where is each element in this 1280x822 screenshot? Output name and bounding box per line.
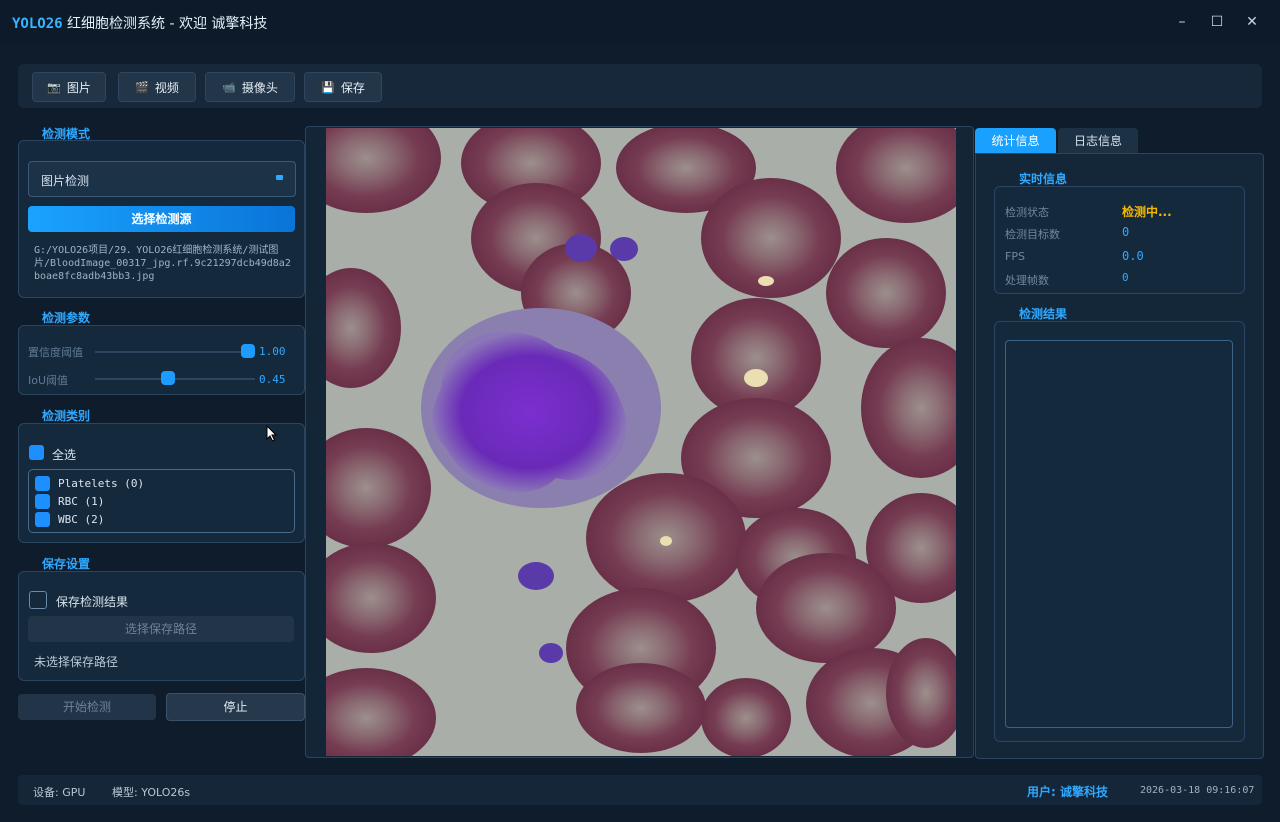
blood-smear-picture <box>326 128 956 756</box>
start-detection-button[interactable]: 开始检测 <box>18 694 156 720</box>
open-image-label: 图片 <box>66 80 91 95</box>
video-icon: 🎬 <box>135 80 149 94</box>
mode-panel: 图片检测 选择检测源 G:/YOLO26项目/29．YOLO26红细胞检测系统/… <box>18 140 305 298</box>
mode-select[interactable]: 图片检测 <box>28 161 296 197</box>
dropdown-indicator-icon <box>276 175 283 180</box>
class-wbc-checkbox[interactable] <box>35 512 50 527</box>
open-video-button[interactable]: 🎬 视频 <box>118 72 196 102</box>
conf-label: 置信度阈值 <box>28 346 83 359</box>
title-bar: YOLO26 红细胞检测系统 - 欢迎 诚擎科技 – ☐ ✕ <box>0 0 1280 44</box>
results-section-title: 检测结果 <box>1019 307 1068 321</box>
classes-panel: 全选 Platelets (0) RBC (1) WBC (2) <box>18 423 305 543</box>
save-panel: 保存检测结果 选择保存路径 未选择保存路径 <box>18 571 305 681</box>
class-list: Platelets (0) RBC (1) WBC (2) <box>28 469 295 533</box>
status-bar: 设备: GPU 模型: YOLO26s 用户: 诚擎科技 2026-03-18 … <box>18 775 1262 805</box>
conf-slider[interactable] <box>95 351 255 353</box>
choose-save-path-button[interactable]: 选择保存路径 <box>28 616 294 642</box>
mode-select-value: 图片检测 <box>41 174 90 188</box>
user-info: 用户: 诚擎科技 <box>1027 785 1108 799</box>
conf-slider-handle[interactable] <box>241 344 255 358</box>
datetime: 2026-03-18 09:16:07 <box>1140 785 1255 796</box>
app-brand: YOLO26 <box>12 16 63 32</box>
realtime-section-title: 实时信息 <box>1019 172 1068 186</box>
camera-icon: 📹 <box>222 80 236 94</box>
targets-value: 0 <box>1122 225 1130 239</box>
class-wbc-label: WBC (2) <box>58 513 105 526</box>
source-path-text: G:/YOLO26项目/29．YOLO26红细胞检测系统/测试图片/BloodI… <box>34 245 291 282</box>
class-rbc-checkbox[interactable] <box>35 494 50 509</box>
select-all-label: 全选 <box>52 448 77 462</box>
save-icon: 💾 <box>321 80 335 94</box>
mouse-cursor-icon <box>266 425 278 442</box>
results-list[interactable] <box>1005 340 1233 728</box>
maximize-button[interactable]: ☐ <box>1207 12 1227 32</box>
save-path-status: 未选择保存路径 <box>34 655 119 669</box>
close-button[interactable]: ✕ <box>1242 12 1262 32</box>
app-title-text: 红细胞检测系统 - 欢迎 诚擎科技 <box>67 16 268 32</box>
save-label: 保存 <box>340 80 365 95</box>
open-image-button[interactable]: 📷 图片 <box>32 72 106 102</box>
realtime-panel: 检测状态 检测中... 检测目标数 0 FPS 0.0 处理帧数 0 <box>994 186 1245 294</box>
conf-value: 1.00 <box>259 345 286 358</box>
class-platelets-label: Platelets (0) <box>58 477 145 490</box>
fps-value: 0.0 <box>1122 249 1144 263</box>
status-label: 检测状态 <box>1005 206 1049 219</box>
save-section-title: 保存设置 <box>42 557 91 571</box>
open-video-label: 视频 <box>154 80 179 95</box>
results-panel <box>994 321 1245 742</box>
frames-label: 处理帧数 <box>1005 274 1049 287</box>
select-source-button[interactable]: 选择检测源 <box>28 206 295 232</box>
iou-value: 0.45 <box>259 373 286 386</box>
iou-label: IoU阈值 <box>28 374 69 387</box>
frames-value: 0 <box>1122 271 1129 284</box>
iou-slider[interactable] <box>95 378 255 380</box>
fps-label: FPS <box>1005 250 1025 263</box>
status-value: 检测中... <box>1122 205 1172 219</box>
params-panel: 置信度阈值 1.00 IoU阈值 0.45 <box>18 325 305 395</box>
tab-log[interactable]: 日志信息 <box>1058 128 1138 154</box>
iou-slider-handle[interactable] <box>160 371 175 385</box>
window-title: YOLO26 红细胞检测系统 - 欢迎 诚擎科技 <box>12 13 267 33</box>
open-camera-label: 摄像头 <box>241 80 278 95</box>
params-section-title: 检测参数 <box>42 311 91 325</box>
class-rbc-label: RBC (1) <box>58 495 105 508</box>
save-button[interactable]: 💾 保存 <box>304 72 382 102</box>
save-result-label: 保存检测结果 <box>56 595 129 609</box>
classes-section-title: 检测类别 <box>42 409 91 423</box>
select-all-checkbox[interactable] <box>29 445 44 460</box>
tab-stats[interactable]: 统计信息 <box>975 128 1056 154</box>
class-platelets-checkbox[interactable] <box>35 476 50 491</box>
model-info: 模型: YOLO26s <box>112 786 191 799</box>
device-info: 设备: GPU <box>33 786 86 799</box>
toolbar: 📷 图片 🎬 视频 📹 摄像头 💾 保存 <box>18 64 1262 108</box>
minimize-button[interactable]: – <box>1172 12 1192 32</box>
image-icon: 📷 <box>47 80 61 94</box>
open-camera-button[interactable]: 📹 摄像头 <box>205 72 295 102</box>
microscope-image <box>326 128 956 756</box>
targets-label: 检测目标数 <box>1005 228 1060 241</box>
stop-detection-button[interactable]: 停止 <box>166 693 305 721</box>
save-result-checkbox[interactable] <box>29 591 47 609</box>
